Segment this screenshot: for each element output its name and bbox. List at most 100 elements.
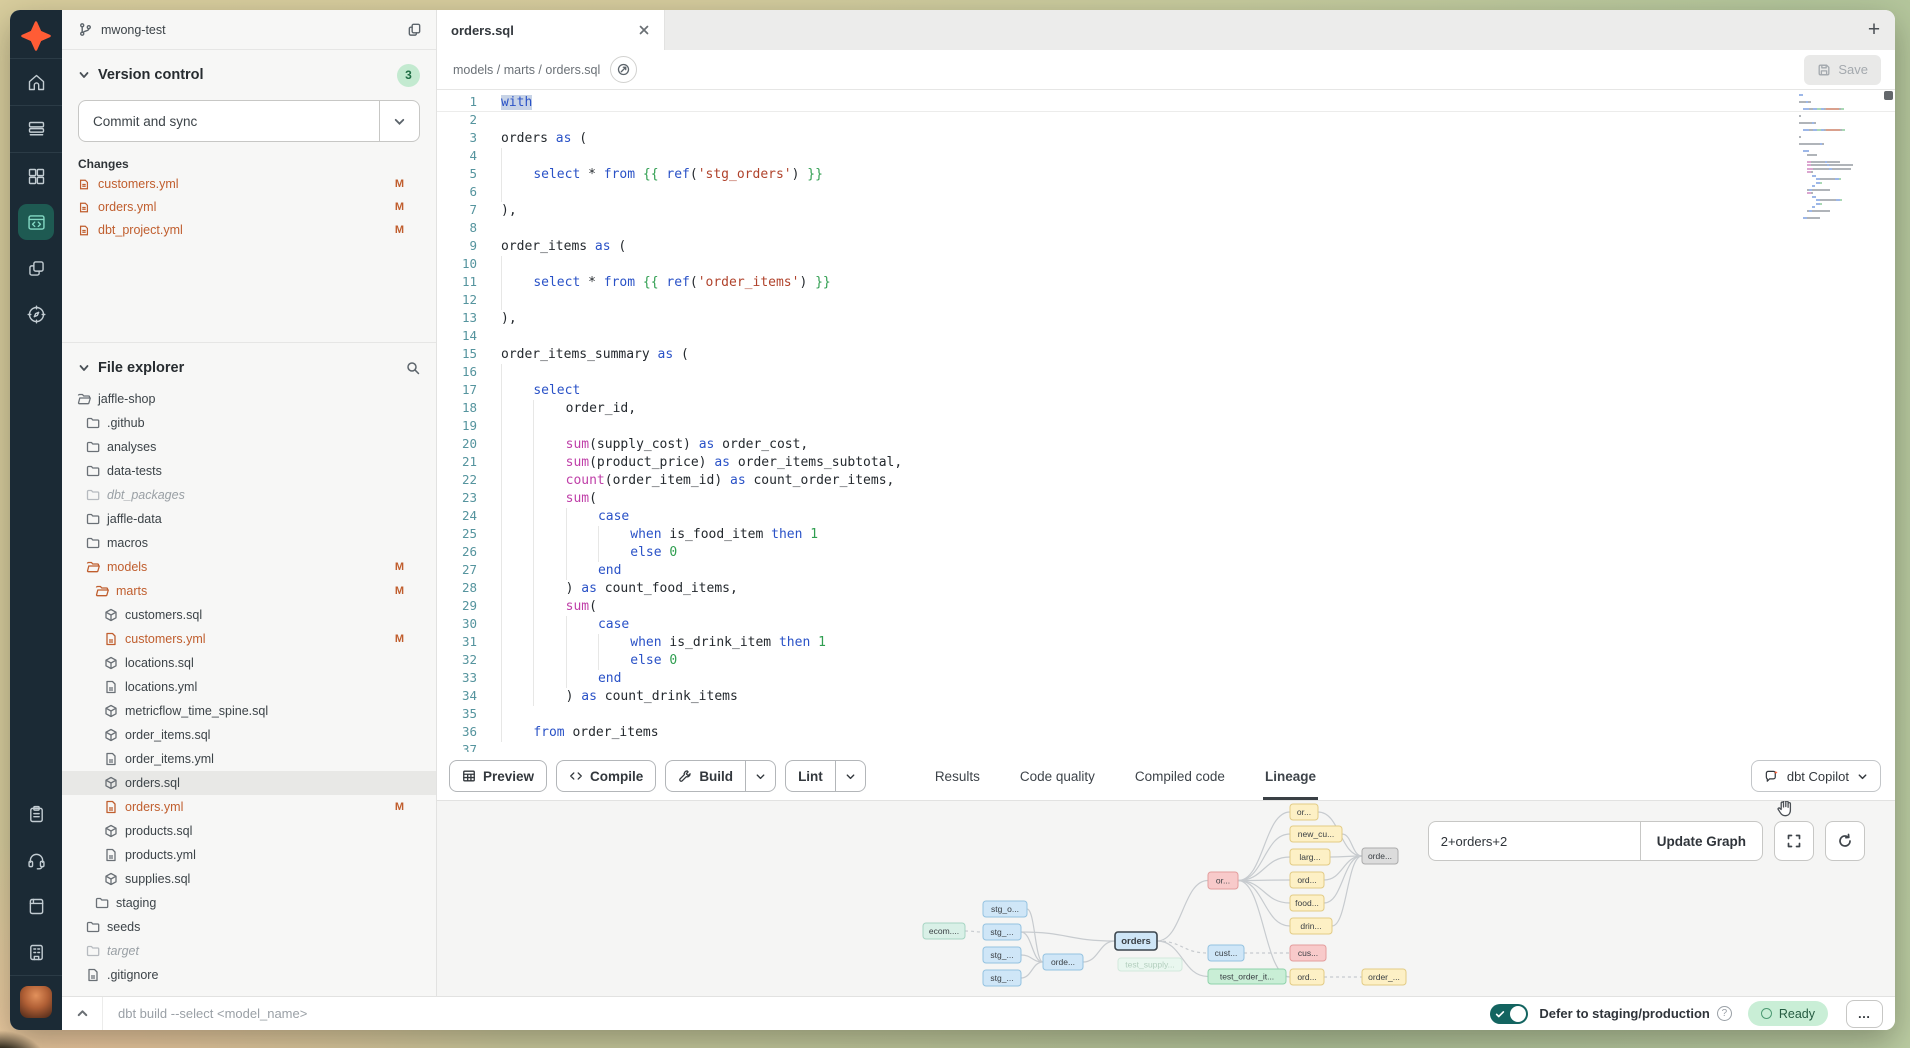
build-options-dropdown[interactable] — [745, 761, 775, 791]
lineage-node-cus_p[interactable]: cus... — [1290, 945, 1326, 961]
code-line[interactable]: 7), — [437, 201, 1895, 219]
code-line[interactable]: 21 sum(product_price) as order_items_sub… — [437, 453, 1895, 471]
compass-icon[interactable] — [10, 291, 62, 337]
code-line[interactable]: 13), — [437, 309, 1895, 327]
grid-icon[interactable] — [10, 153, 62, 199]
copy-icon[interactable] — [407, 22, 422, 37]
code-line[interactable]: 5 select * from {{ ref('stg_orders') }} — [437, 165, 1895, 183]
code-editor[interactable]: 1with23orders as (4 5 select * from {{ r… — [437, 90, 1895, 752]
code-line[interactable]: 37 — [437, 741, 1895, 752]
lineage-node-cust[interactable]: cust... — [1208, 945, 1244, 961]
tree-item[interactable]: marts M — [62, 579, 436, 603]
dbt-logo[interactable] — [18, 18, 54, 54]
lineage-node-stg_o[interactable]: stg_o... — [983, 901, 1027, 917]
code-line[interactable]: 34 ) as count_drink_items — [437, 687, 1895, 705]
code-line[interactable]: 20 sum(supply_cost) as order_cost, — [437, 435, 1895, 453]
tree-item[interactable]: products.sql — [62, 819, 436, 843]
lineage-node-or_y[interactable]: or... — [1290, 804, 1318, 820]
view-lineage-button[interactable] — [610, 56, 637, 83]
tree-item[interactable]: orders.sql — [62, 771, 436, 795]
tree-item[interactable]: dbt_packages — [62, 483, 436, 507]
lineage-graph[interactable]: ecom....stg_o...stg_...stg_...stg_...ord… — [437, 801, 1447, 996]
expand-command-bar-button[interactable] — [62, 1007, 102, 1020]
tree-item[interactable]: seeds — [62, 915, 436, 939]
code-line[interactable]: 27 end — [437, 561, 1895, 579]
tree-item[interactable]: models M — [62, 555, 436, 579]
tree-item[interactable]: .github — [62, 411, 436, 435]
close-icon[interactable] — [638, 24, 650, 36]
code-line[interactable]: 4 — [437, 147, 1895, 165]
code-line[interactable]: 33 end — [437, 669, 1895, 687]
lineage-node-food[interactable]: food... — [1290, 895, 1324, 911]
tree-item[interactable]: analyses — [62, 435, 436, 459]
code-line[interactable]: 14 — [437, 327, 1895, 345]
tab-orders-sql[interactable]: orders.sql — [437, 10, 665, 50]
lineage-selector-input[interactable] — [1428, 821, 1640, 861]
update-graph-button[interactable]: Update Graph — [1640, 821, 1763, 861]
code-line[interactable]: 17 select — [437, 381, 1895, 399]
lineage-node-or_p[interactable]: or... — [1208, 872, 1238, 889]
tree-item[interactable]: jaffle-shop — [62, 387, 436, 411]
code-line[interactable]: 19 — [437, 417, 1895, 435]
tree-item[interactable]: target — [62, 939, 436, 963]
clipboard-icon[interactable] — [10, 791, 62, 837]
tab-results[interactable]: Results — [933, 752, 982, 800]
code-line[interactable]: 36 from order_items — [437, 723, 1895, 741]
tree-item[interactable]: jaffle-data — [62, 507, 436, 531]
lineage-node-orde1[interactable]: orde... — [1043, 954, 1083, 970]
changed-file[interactable]: customers.yml M — [78, 174, 420, 194]
code-editor-icon[interactable] — [10, 199, 62, 245]
tree-item[interactable]: metricflow_time_spine.sql — [62, 699, 436, 723]
code-line[interactable]: 24 case — [437, 507, 1895, 525]
tree-item[interactable]: order_items.yml — [62, 747, 436, 771]
code-line[interactable]: 10 — [437, 255, 1895, 273]
dbt-copilot-button[interactable]: dbt Copilot — [1751, 760, 1881, 792]
tree-item[interactable]: customers.sql — [62, 603, 436, 627]
lineage-node-larg[interactable]: larg... — [1290, 849, 1330, 865]
lineage-node-stg_3[interactable]: stg_... — [983, 970, 1021, 986]
defer-toggle[interactable] — [1490, 1004, 1528, 1024]
scrollbar-thumb[interactable] — [1884, 91, 1893, 100]
code-line[interactable]: 3orders as ( — [437, 129, 1895, 147]
more-options-button[interactable]: … — [1846, 1000, 1883, 1028]
code-line[interactable]: 12 — [437, 291, 1895, 309]
code-line[interactable]: 35 — [437, 705, 1895, 723]
lineage-node-test_oi[interactable]: test_order_it... — [1208, 969, 1286, 984]
chevron-down-icon[interactable] — [78, 362, 90, 374]
code-line[interactable]: 31 when is_drink_item then 1 — [437, 633, 1895, 651]
tree-item[interactable]: order_items.sql — [62, 723, 436, 747]
fullscreen-button[interactable] — [1774, 821, 1814, 861]
commit-and-sync-button[interactable]: Commit and sync — [78, 100, 420, 142]
new-tab-button[interactable]: + — [1853, 10, 1895, 50]
tab-lineage[interactable]: Lineage — [1263, 752, 1318, 800]
preview-button[interactable]: Preview — [449, 760, 547, 792]
lint-options-dropdown[interactable] — [835, 761, 865, 791]
code-line[interactable]: 11 select * from {{ ref('order_items') }… — [437, 273, 1895, 291]
tree-item[interactable]: data-tests — [62, 459, 436, 483]
chevron-down-icon[interactable] — [78, 69, 90, 81]
headset-icon[interactable] — [10, 837, 62, 883]
lineage-node-orders[interactable]: orders — [1115, 932, 1157, 950]
lint-button[interactable]: Lint — [785, 760, 866, 792]
tree-item[interactable]: supplies.sql — [62, 867, 436, 891]
stack-icon[interactable] — [10, 106, 62, 152]
code-line[interactable]: 15order_items_summary as ( — [437, 345, 1895, 363]
changed-file[interactable]: dbt_project.yml M — [78, 220, 420, 240]
home-icon[interactable] — [10, 59, 62, 105]
lineage-node-tsupply[interactable]: test_supply... — [1118, 958, 1182, 971]
code-line[interactable]: 28 ) as count_food_items, — [437, 579, 1895, 597]
minimap[interactable] — [1799, 94, 1879, 224]
code-line[interactable]: 26 else 0 — [437, 543, 1895, 561]
code-line[interactable]: 29 sum( — [437, 597, 1895, 615]
code-line[interactable]: 16 — [437, 363, 1895, 381]
kiosk-icon[interactable] — [10, 929, 62, 975]
code-line[interactable]: 2 — [437, 111, 1895, 129]
commit-options-dropdown[interactable] — [379, 101, 419, 141]
lineage-node-order_y2[interactable]: order_... — [1362, 969, 1406, 985]
code-line[interactable]: 30 case — [437, 615, 1895, 633]
refresh-button[interactable] — [1825, 821, 1865, 861]
lineage-node-ecom[interactable]: ecom.... — [923, 923, 965, 939]
tree-item[interactable]: orders.yml M — [62, 795, 436, 819]
code-line[interactable]: 1with — [437, 93, 1895, 111]
lineage-node-stg_2[interactable]: stg_... — [983, 947, 1021, 963]
